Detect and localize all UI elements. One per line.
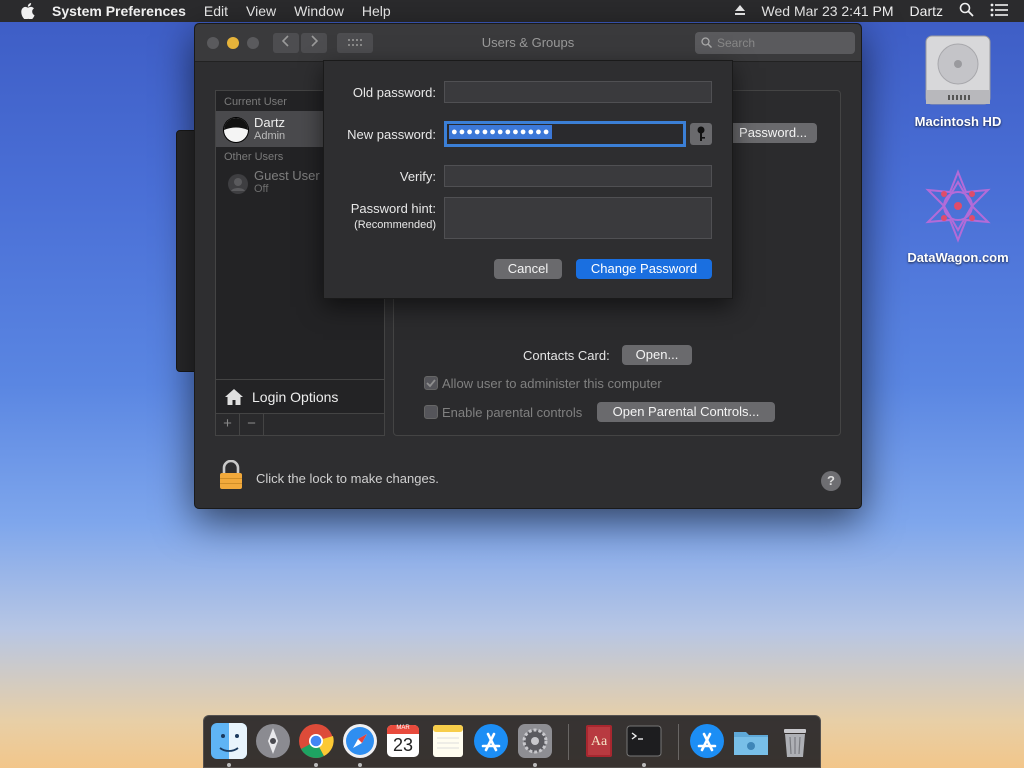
running-indicator [227, 763, 231, 767]
lock-icon[interactable] [219, 459, 243, 490]
finder-icon[interactable] [210, 722, 248, 760]
menu-window[interactable]: Window [294, 3, 344, 19]
new-password-label: New password: [347, 127, 436, 142]
chrome-icon[interactable] [297, 722, 335, 760]
apple-icon[interactable] [18, 1, 38, 21]
trash-icon[interactable] [776, 722, 814, 760]
change-password-confirm-button[interactable]: Change Password [576, 259, 712, 279]
launchpad-icon[interactable] [254, 722, 292, 760]
spotlight-icon[interactable] [959, 2, 974, 20]
running-indicator [642, 763, 646, 767]
cancel-button[interactable]: Cancel [494, 259, 562, 279]
add-user-button[interactable]: + [216, 414, 240, 436]
menu-view[interactable]: View [246, 3, 276, 19]
key-icon [697, 126, 705, 141]
menu-bar: System Preferences Edit View Window Help… [0, 0, 1024, 22]
safari-icon[interactable] [341, 722, 379, 760]
user-status: Off [254, 183, 269, 195]
running-indicator [358, 763, 362, 767]
menu-app-name[interactable]: System Preferences [52, 3, 186, 19]
calendar-month: MAR [396, 725, 410, 731]
eject-icon[interactable] [734, 3, 746, 19]
password-hint-sublabel: (Recommended) [354, 219, 436, 231]
dictionary-icon[interactable]: Aa [580, 722, 618, 760]
verify-label: Verify: [399, 169, 436, 184]
old-password-label: Old password: [352, 85, 436, 100]
menu-help[interactable]: Help [362, 3, 391, 19]
app-store-folder-icon[interactable] [688, 722, 726, 760]
remove-user-button[interactable]: − [240, 414, 264, 436]
user-name: Dartz [254, 115, 286, 130]
terminal-icon[interactable] [625, 722, 663, 760]
password-hint-field[interactable] [444, 197, 712, 239]
folder-icon[interactable] [732, 722, 770, 760]
password-hint-label: Password hint: [350, 201, 436, 216]
dock-separator [678, 724, 679, 760]
password-assistant-button[interactable] [690, 123, 712, 145]
change-password-button[interactable]: Password... [729, 123, 817, 143]
datawagon-logo-icon [920, 168, 996, 244]
user-role: Admin [254, 130, 286, 142]
app-store-icon[interactable] [472, 722, 510, 760]
menu-user[interactable]: Dartz [910, 3, 943, 19]
calendar-icon[interactable]: MAR 23 [384, 722, 422, 760]
new-password-value: ●●●●●●●●●●●●● [449, 125, 553, 139]
avatar [223, 117, 249, 143]
dock-separator [568, 724, 569, 760]
add-remove-bar: + − [216, 413, 384, 436]
desktop-icon-macintosh-hd[interactable]: Macintosh HD [898, 32, 1018, 129]
lock-text: Click the lock to make changes. [256, 471, 439, 486]
menu-clock[interactable]: Wed Mar 23 2:41 PM [762, 3, 894, 19]
running-indicator [533, 763, 537, 767]
notes-icon[interactable] [429, 722, 467, 760]
house-icon [225, 388, 243, 405]
help-button[interactable]: ? [821, 471, 841, 491]
login-options-label: Login Options [252, 388, 339, 405]
title-bar[interactable]: Users & Groups Search [195, 24, 861, 62]
notification-center-icon[interactable] [990, 3, 1008, 20]
calendar-day: 23 [392, 735, 414, 755]
dictionary-glyph: Aa [590, 734, 608, 749]
checkmark-icon [426, 379, 436, 388]
hard-drive-icon [920, 32, 996, 108]
old-password-field[interactable] [444, 81, 712, 103]
search-placeholder: Search [717, 36, 756, 50]
dock: MAR 23 Aa [203, 715, 821, 768]
parental-controls-checkbox[interactable] [424, 405, 438, 419]
desktop-icon-label: Macintosh HD [914, 114, 1002, 129]
menu-edit[interactable]: Edit [204, 3, 228, 19]
desktop-icon-datawagon[interactable]: DataWagon.com [898, 168, 1018, 265]
running-indicator [314, 763, 318, 767]
open-parental-controls-button[interactable]: Open Parental Controls... [597, 402, 775, 422]
search-icon [701, 37, 712, 48]
search-field[interactable]: Search [695, 32, 855, 54]
new-password-field[interactable]: ●●●●●●●●●●●●● [444, 121, 686, 147]
change-password-sheet: Old password: New password: ●●●●●●●●●●●●… [323, 60, 733, 299]
guest-user-icon [227, 173, 249, 195]
desktop-icon-label: DataWagon.com [907, 250, 1009, 265]
allow-admin-checkbox[interactable] [424, 376, 438, 390]
user-name: Guest User [254, 168, 320, 183]
login-options-item[interactable]: Login Options [216, 379, 384, 413]
verify-field[interactable] [444, 165, 712, 187]
open-contacts-button[interactable]: Open... [622, 345, 692, 365]
parental-controls-label: Enable parental controls [442, 405, 583, 420]
system-preferences-icon[interactable] [516, 722, 554, 760]
allow-admin-label: Allow user to administer this computer [442, 376, 662, 391]
contacts-card-label: Contacts Card: [523, 348, 610, 363]
